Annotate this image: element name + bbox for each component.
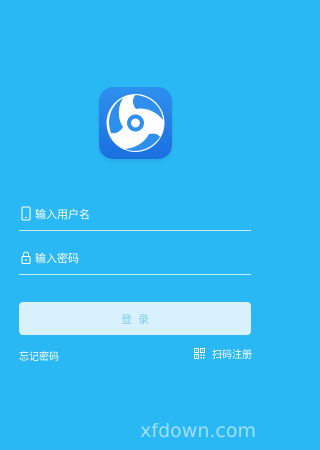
app-logo xyxy=(99,87,172,159)
username-field xyxy=(19,200,251,231)
scan-register-link[interactable]: 扫码注册 xyxy=(194,346,252,361)
watermark: xfdown.com xyxy=(140,420,256,442)
login-button[interactable]: 登录 xyxy=(19,302,251,335)
password-input[interactable] xyxy=(35,246,245,270)
phone-icon xyxy=(20,206,32,221)
swirl-logo-icon xyxy=(106,94,165,152)
password-field xyxy=(19,244,251,275)
qr-code-icon xyxy=(194,347,205,359)
scan-register-label: 扫码注册 xyxy=(212,349,252,361)
lock-icon xyxy=(20,250,32,265)
username-input[interactable] xyxy=(35,202,245,226)
forgot-password-link[interactable]: 忘记密码 xyxy=(19,348,59,363)
